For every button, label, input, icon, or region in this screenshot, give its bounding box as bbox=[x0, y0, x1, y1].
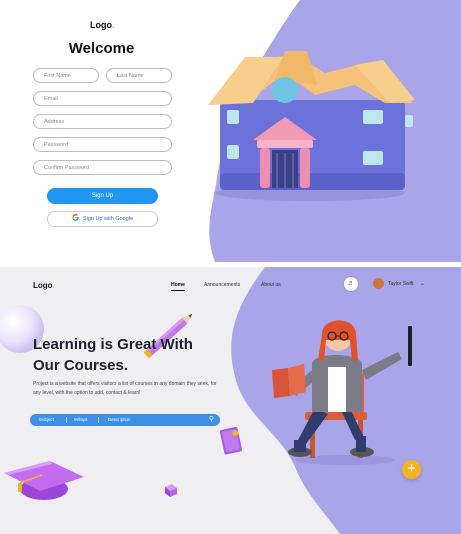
cube-decoration bbox=[165, 484, 177, 497]
nav-home[interactable]: Home bbox=[171, 282, 185, 291]
nav-announcements[interactable]: Announcements bbox=[204, 282, 240, 288]
last-name-field[interactable] bbox=[106, 68, 172, 83]
divider bbox=[66, 417, 67, 423]
search-bar[interactable]: Subject Wilaya Description ⚲ bbox=[30, 414, 220, 426]
user-name[interactable]: Taylor Swift bbox=[388, 281, 414, 287]
headline-line-1: Learning is Great With bbox=[33, 336, 193, 353]
page-title: Welcome bbox=[68, 40, 135, 57]
landing-screen: Logo. Home Announcements About us ♬ Tayl… bbox=[0, 267, 461, 534]
bell-icon: ♬ bbox=[347, 280, 355, 287]
logo: Logo. bbox=[90, 20, 115, 30]
search-icon[interactable]: ⚲ bbox=[209, 415, 214, 423]
description: Project is a website that offers visitor… bbox=[33, 381, 217, 396]
logo[interactable]: Logo. bbox=[33, 281, 55, 290]
nav-about-us[interactable]: About us bbox=[261, 282, 281, 288]
confirm-password-field[interactable] bbox=[33, 160, 172, 175]
subject-field[interactable]: Subject bbox=[39, 416, 54, 424]
sign-up-button[interactable]: Sign Up bbox=[47, 188, 158, 204]
graduation-cap-decoration bbox=[4, 461, 84, 500]
student-illustration bbox=[272, 320, 412, 465]
headline-line-2: Our Courses. bbox=[33, 357, 129, 374]
plus-icon: + bbox=[407, 460, 416, 477]
notification-button[interactable]: ♬ bbox=[344, 277, 358, 291]
avatar[interactable] bbox=[373, 278, 384, 289]
headline: Learning is Great With Our Courses. bbox=[33, 334, 243, 376]
description-field[interactable]: Description bbox=[108, 416, 131, 424]
chevron-down-icon[interactable]: ⌄ bbox=[420, 280, 425, 287]
wilaya-field[interactable]: Wilaya bbox=[74, 416, 88, 424]
notebook-decoration bbox=[219, 426, 242, 455]
google-icon bbox=[72, 214, 79, 221]
address-field[interactable] bbox=[33, 114, 172, 129]
add-button[interactable]: + bbox=[402, 460, 421, 479]
first-name-field[interactable] bbox=[33, 68, 99, 83]
sign-up-with-google-button[interactable]: Sign Up with Google bbox=[47, 211, 158, 227]
house-illustration bbox=[208, 51, 415, 201]
password-field[interactable] bbox=[33, 137, 172, 152]
divider bbox=[98, 417, 99, 423]
signup-screen: Logo. Welcome Sign Up Sign Up with Googl… bbox=[0, 0, 461, 262]
email-field[interactable] bbox=[33, 91, 172, 106]
